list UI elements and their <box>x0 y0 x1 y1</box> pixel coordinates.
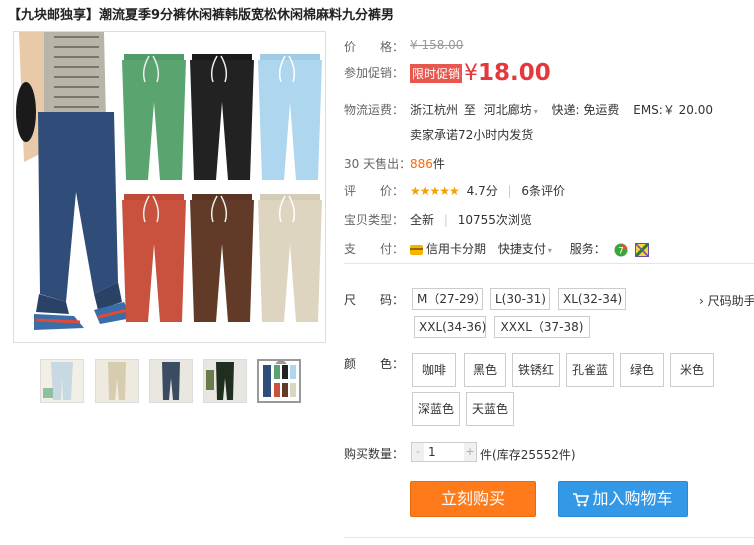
rating-label: 评 价： <box>344 184 405 198</box>
quick-pay-label: 快捷支付 <box>497 242 546 256</box>
sales-unit: 件 <box>432 157 445 171</box>
stock-count: (库存25552件) <box>492 448 576 462</box>
size-helper-label: 尺码助手 <box>707 294 754 308</box>
thumbnail-2[interactable] <box>95 359 139 403</box>
main-product-image[interactable] <box>13 31 326 343</box>
section-divider <box>344 263 754 264</box>
chevron-right-icon: › <box>699 294 704 308</box>
rating-score: 4.7分 <box>466 184 498 198</box>
star-rating-icon: ★★★★★ <box>410 184 460 198</box>
add-to-cart-button[interactable]: 加入购物车 <box>558 481 688 517</box>
promo-tag: 限时促销 <box>410 63 463 83</box>
ems-fee: EMS:￥ 20.00 <box>633 103 713 117</box>
sales-row: 30 天售出： 886件 <box>344 155 445 172</box>
color-option-coffee[interactable]: 咖啡 <box>412 353 456 387</box>
rating-row: 评 价： ★★★★★ 4.7分 | 6条评价 <box>344 182 565 199</box>
type-row: 宝贝类型： 全新 | 10755次浏览 <box>344 211 532 228</box>
quantity-stepper: - + <box>411 442 477 462</box>
credit-card-installment[interactable]: 信用卡分期 <box>410 242 486 256</box>
review-count-link[interactable]: 6条评价 <box>521 184 565 198</box>
quantity-plus-button[interactable]: + <box>464 443 476 461</box>
ship-promise: 卖家承诺72小时内发货 <box>410 128 534 142</box>
price-label: 价 格： <box>344 40 405 54</box>
svg-text:7: 7 <box>618 246 624 256</box>
service-label: 服务： <box>569 242 606 256</box>
sales-label: 30 天售出： <box>344 157 412 171</box>
chevron-down-icon: ▾ <box>547 246 552 255</box>
payment-row: 支 付： 信用卡分期 快捷支付 ▾ 服务： 7 <box>344 240 650 257</box>
thumbnail-4[interactable] <box>203 359 247 403</box>
original-price: ¥ 158.00 <box>410 38 464 52</box>
promo-label: 参加促销： <box>344 66 405 80</box>
chevron-down-icon: ▾ <box>533 107 538 116</box>
quantity-unit: 件 <box>480 448 493 462</box>
quantity-label: 购买数量： <box>344 447 405 461</box>
color-option-navy[interactable]: 深蓝色 <box>412 392 460 426</box>
express-fee: 快递: 免运费 <box>551 103 620 117</box>
payment-label: 支 付： <box>344 242 405 256</box>
credit-card-icon <box>410 244 423 255</box>
promo-row: 参加促销： 限时促销 ¥18.00 <box>344 60 551 90</box>
seven-day-return-icon[interactable]: 7 <box>614 243 628 257</box>
divider: | <box>443 213 448 227</box>
cart-icon <box>573 492 590 506</box>
color-option-beige[interactable]: 米色 <box>670 353 714 387</box>
quick-pay[interactable]: 快捷支付 ▾ <box>498 242 552 256</box>
buy-now-button[interactable]: 立刻购买 <box>410 481 536 517</box>
stock-info: 件(库存25552件) <box>480 446 576 463</box>
yen-symbol: ¥ <box>464 60 479 86</box>
item-condition: 全新 <box>410 213 435 227</box>
shipping-label: 物流运费： <box>344 103 405 117</box>
ship-from: 浙江杭州 <box>410 103 459 117</box>
view-count: 10755次浏览 <box>457 213 532 227</box>
size-option-m[interactable]: M（27-29） <box>412 288 486 310</box>
color-option-peacock-blue[interactable]: 孔雀蓝 <box>566 353 614 387</box>
color-option-green[interactable]: 绿色 <box>620 353 664 387</box>
thumbnail-1[interactable] <box>40 359 84 403</box>
size-option-xxxl[interactable]: XXXL（37-38) <box>494 316 590 338</box>
size-option-xl[interactable]: XL(32-34) <box>558 288 626 310</box>
size-label: 尺 码： <box>344 293 405 307</box>
ship-to-prefix: 至 <box>463 103 476 117</box>
credit-label: 信用卡分期 <box>426 242 487 256</box>
sales-count: 886 <box>410 157 433 171</box>
product-photo <box>14 32 325 342</box>
ship-to: 河北廊坊 <box>483 103 532 117</box>
color-option-black[interactable]: 黑色 <box>464 353 506 387</box>
thumbnail-5[interactable] <box>257 359 301 403</box>
color-option-rust-red[interactable]: 铁锈红 <box>512 353 560 387</box>
thumbnail-3[interactable] <box>149 359 193 403</box>
divider: | <box>507 184 512 198</box>
add-to-cart-label: 加入购物车 <box>592 489 673 508</box>
size-option-l[interactable]: L(30-31) <box>490 288 550 310</box>
color-label: 颜 色： <box>344 357 405 371</box>
type-label: 宝贝类型： <box>344 213 405 227</box>
size-option-xxl[interactable]: XXL(34-36) <box>414 316 486 338</box>
quantity-minus-button[interactable]: - <box>412 443 424 461</box>
product-title: 【九块邮独享】潮流夏季9分裤休闲裤韩版宽松休闲棉麻料九分裤男 <box>8 8 395 23</box>
color-option-sky-blue[interactable]: 天蓝色 <box>466 392 514 426</box>
bottom-divider <box>344 537 754 538</box>
guarantee-badge-icon[interactable] <box>635 242 650 257</box>
size-helper-link[interactable]: › 尺码助手 <box>699 292 754 309</box>
ship-to-select[interactable]: 河北廊坊 ▾ <box>484 103 538 117</box>
quantity-input[interactable] <box>425 443 464 461</box>
shipping-row: 物流运费： 浙江杭州 至 河北廊坊 ▾ 快递: 免运费 EMS:￥ 20.00 <box>344 101 713 118</box>
promo-price: 18.00 <box>478 60 551 86</box>
price-row: 价 格： ¥ 158.00 <box>344 38 463 55</box>
